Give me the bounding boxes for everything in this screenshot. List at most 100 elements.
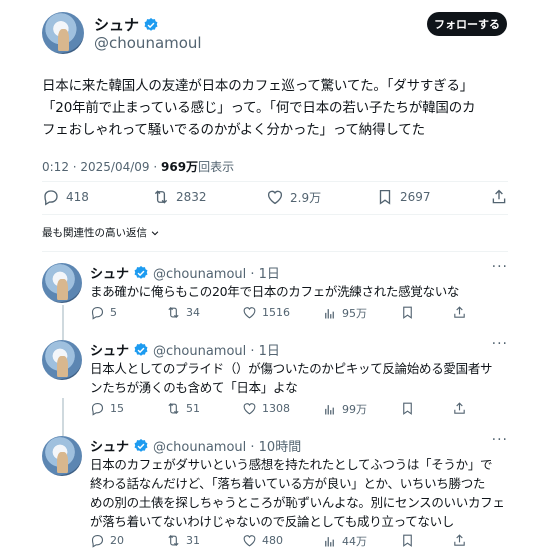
reply-button[interactable]: 5 — [90, 305, 117, 320]
bookmark-icon — [376, 188, 394, 206]
like-button[interactable]: 480 — [242, 533, 283, 548]
share-button[interactable] — [490, 188, 508, 206]
views-icon — [322, 534, 337, 549]
share-icon — [452, 305, 467, 320]
reply-line: めの別の土俵を探しちゃうところが恥ずいんよな。別にセンスのいいカフェ — [90, 495, 505, 510]
share-icon — [452, 401, 467, 416]
reply-line: ンたちが湧くのも含めて「日本」よな — [90, 380, 298, 395]
reply-sort-label: 最も関連性の高い返信 — [42, 227, 147, 239]
bookmark-button[interactable] — [400, 305, 415, 320]
post-meta: 0:12 · 2025/04/09 · 969万回表示 — [42, 158, 234, 175]
reply-button[interactable]: 20 — [90, 533, 124, 548]
heart-icon — [242, 305, 257, 320]
reply-icon — [90, 533, 105, 548]
reply-handle-time[interactable]: @chounamoul · 1日 — [153, 340, 280, 359]
repost-button[interactable]: 31 — [166, 533, 200, 548]
repost-icon — [166, 401, 181, 416]
like-count: 1516 — [262, 306, 290, 319]
view-count: 95万 — [342, 307, 367, 320]
reply-header: シュナ @chounamoul · 10時間 — [90, 436, 301, 455]
reply-avatar[interactable] — [42, 263, 82, 303]
share-button[interactable] — [452, 305, 467, 320]
main-author-name-row[interactable]: シュナ — [94, 14, 159, 35]
repost-count: 2832 — [176, 190, 207, 204]
post-timestamp[interactable]: 0:12 · 2025/04/09 · — [42, 160, 161, 174]
reply-text: 日本のカフェがダサいという感想を持たれたとしてふつうは「そうか」で 終わる話なん… — [90, 455, 512, 531]
follow-button[interactable]: フォローする — [427, 12, 507, 36]
verified-badge-icon — [133, 342, 149, 358]
reply-author-name[interactable]: シュナ — [90, 436, 129, 455]
main-author-handle[interactable]: @chounamoul — [94, 34, 202, 52]
like-button[interactable]: 2.9万 — [266, 188, 321, 206]
reply-author-name[interactable]: シュナ — [90, 340, 129, 359]
reply-line: 終わる話なんだけど、「落ち着いている方が良い」とか、いちいち勝つた — [90, 476, 486, 491]
divider — [42, 251, 508, 252]
share-button[interactable] — [452, 533, 467, 548]
heart-icon — [242, 401, 257, 416]
reply-item[interactable]: シュナ @chounamoul · 10時間 ··· 日本のカフェがダサいという… — [42, 432, 512, 554]
bookmark-button[interactable] — [400, 401, 415, 416]
reply-count: 20 — [110, 534, 124, 547]
repost-icon — [166, 305, 181, 320]
view-count: 99万 — [342, 403, 367, 416]
like-count: 1308 — [262, 402, 290, 415]
main-post-line: フェおしゃれって騒いでるのかがよく分かった」って納得してた — [42, 122, 425, 138]
reply-button[interactable]: 15 — [90, 401, 124, 416]
repost-button[interactable]: 2832 — [152, 188, 207, 206]
bookmark-icon — [400, 305, 415, 320]
view-count: 969万 — [161, 160, 199, 174]
repost-count: 34 — [186, 306, 200, 319]
repost-icon — [166, 533, 181, 548]
main-avatar[interactable] — [42, 12, 84, 54]
reply-line: が落ち着いてないわけじゃないので反論としても成り立ってないし — [90, 514, 455, 529]
share-icon — [490, 188, 508, 206]
reply-button[interactable]: 418 — [42, 188, 89, 206]
more-options-icon[interactable]: ··· — [492, 432, 508, 448]
like-count: 2.9万 — [290, 190, 322, 205]
like-button[interactable]: 1308 — [242, 401, 290, 416]
reply-text: 日本人としてのプライド（）が傷ついたのかピキッて反論始める愛国者サ ンたちが湧く… — [90, 359, 512, 397]
repost-button[interactable]: 51 — [166, 401, 200, 416]
verified-badge-icon — [133, 438, 149, 454]
verified-badge-icon — [133, 265, 149, 281]
repost-count: 31 — [186, 534, 200, 547]
views-button[interactable]: 44万 — [322, 533, 367, 549]
views-button[interactable]: 99万 — [322, 401, 367, 417]
reply-item[interactable]: シュナ @chounamoul · 1日 ··· まあ確かに俺らもこの20年で日… — [42, 259, 512, 323]
main-author-name[interactable]: シュナ — [94, 14, 139, 35]
reply-header: シュナ @chounamoul · 1日 — [90, 263, 280, 282]
reply-icon — [42, 188, 60, 206]
reply-handle-time[interactable]: @chounamoul · 10時間 — [153, 436, 301, 455]
share-button[interactable] — [452, 401, 467, 416]
heart-icon — [266, 188, 284, 206]
heart-icon — [242, 533, 257, 548]
reply-count: 5 — [110, 306, 117, 319]
like-button[interactable]: 1516 — [242, 305, 290, 320]
reply-avatar[interactable] — [42, 436, 82, 476]
reply-icon — [90, 401, 105, 416]
reply-handle-time[interactable]: @chounamoul · 1日 — [153, 263, 280, 282]
more-options-icon[interactable]: ··· — [492, 259, 508, 275]
bookmark-button[interactable] — [400, 533, 415, 548]
reply-text: まあ確かに俺らもこの20年で日本のカフェが洗練された感覚ないな — [90, 282, 512, 301]
repost-button[interactable]: 34 — [166, 305, 200, 320]
repost-count: 51 — [186, 402, 200, 415]
reply-avatar[interactable] — [42, 340, 82, 380]
reply-line: 日本のカフェがダサいという感想を持たれたとしてふつうは「そうか」で — [90, 457, 493, 472]
reply-count: 418 — [66, 190, 89, 204]
verified-badge-icon — [143, 17, 159, 33]
reply-author-name[interactable]: シュナ — [90, 263, 129, 282]
bookmark-button[interactable]: 2697 — [376, 188, 431, 206]
like-count: 480 — [262, 534, 283, 547]
reply-item[interactable]: シュナ @chounamoul · 1日 ··· 日本人としてのプライド（）が傷… — [42, 336, 512, 420]
bookmark-count: 2697 — [400, 190, 431, 204]
reply-header: シュナ @chounamoul · 1日 — [90, 340, 280, 359]
reply-sort-dropdown[interactable]: 最も関連性の高い返信 — [42, 225, 160, 240]
views-icon — [322, 402, 337, 417]
chevron-down-icon — [151, 230, 159, 235]
more-options-icon[interactable]: ··· — [492, 336, 508, 352]
reply-icon — [90, 305, 105, 320]
repost-icon — [152, 188, 170, 206]
share-icon — [452, 533, 467, 548]
views-button[interactable]: 95万 — [322, 305, 367, 321]
